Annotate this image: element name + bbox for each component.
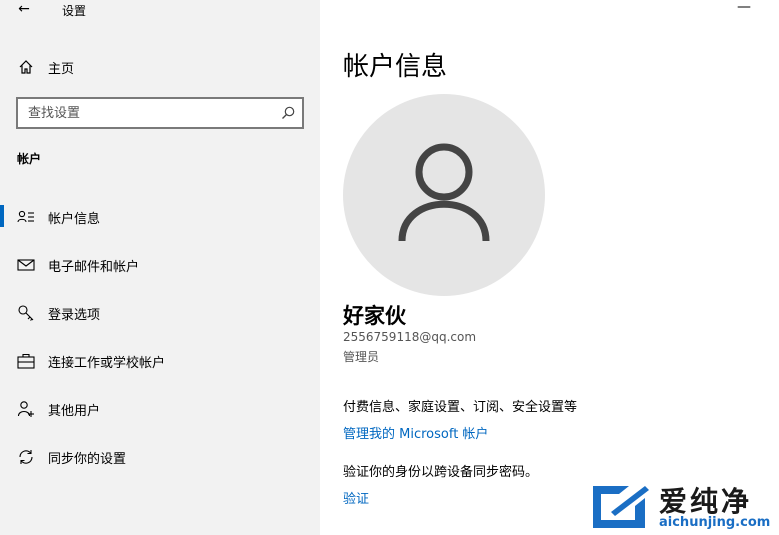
watermark-url: aichunjing.com [659, 515, 771, 530]
minimize-button[interactable]: — [729, 0, 759, 20]
sidebar-item-label: 同步你的设置 [48, 452, 127, 467]
verify-text: 验证你的身份以跨设备同步密码。 [343, 465, 539, 480]
search-box[interactable] [16, 97, 304, 129]
billing-text: 付费信息、家庭设置、订阅、安全设置等 [343, 400, 578, 415]
user-name: 好家伙 [343, 304, 406, 328]
search-icon[interactable] [280, 105, 296, 121]
nav-home[interactable]: 主页 [0, 54, 320, 80]
sidebar-item-label: 其他用户 [48, 404, 101, 419]
sidebar-item-sync[interactable]: 同步你的设置 [0, 439, 320, 475]
section-title: 帐户 [17, 152, 42, 166]
sidebar-item-label: 连接工作或学校帐户 [48, 356, 166, 371]
active-indicator [0, 205, 4, 227]
verify-link[interactable]: 验证 [343, 488, 369, 507]
user-role: 管理员 [343, 350, 380, 364]
sidebar-item-email[interactable]: 电子邮件和帐户 [0, 247, 320, 283]
sidebar-item-label: 帐户信息 [48, 212, 101, 227]
user-avatar-icon [398, 143, 490, 242]
sync-icon [19, 450, 33, 464]
search-input[interactable] [18, 99, 268, 127]
manage-account-link[interactable]: 管理我的 Microsoft 帐户 [343, 423, 488, 442]
watermark-title: 爱纯净 [659, 485, 753, 518]
add-person-icon [17, 401, 34, 417]
page-title: 帐户信息 [343, 52, 448, 82]
nav-home-label: 主页 [48, 62, 75, 77]
account-info-icon [17, 210, 34, 223]
sidebar-item-signin[interactable]: 登录选项 [0, 295, 320, 331]
sidebar-item-label: 登录选项 [48, 308, 101, 323]
app-title: 设置 [62, 4, 87, 18]
sidebar-item-work-school[interactable]: 连接工作或学校帐户 [0, 343, 320, 379]
home-icon [19, 60, 33, 74]
sidebar-item-label: 电子邮件和帐户 [48, 260, 140, 275]
sidebar: ← 设置 主页 帐户 帐户信息 电子邮件和帐户 [0, 0, 320, 535]
avatar[interactable] [343, 94, 545, 296]
key-icon [18, 305, 34, 321]
watermark: 爱纯净 aichunjing.com [587, 478, 777, 534]
back-button[interactable]: ← [12, 0, 36, 20]
sidebar-item-other-users[interactable]: 其他用户 [0, 391, 320, 427]
main-content: — 帐户信息 好家伙 2556759118@qq.com 管理员 付费信息、家庭… [320, 0, 779, 535]
briefcase-icon [17, 353, 35, 369]
title-bar: ← 设置 [0, 0, 320, 20]
user-email: 2556759118@qq.com [343, 330, 477, 344]
watermark-logo-icon [593, 486, 649, 528]
mail-icon [17, 259, 35, 271]
sidebar-item-account-info[interactable]: 帐户信息 [0, 199, 320, 235]
